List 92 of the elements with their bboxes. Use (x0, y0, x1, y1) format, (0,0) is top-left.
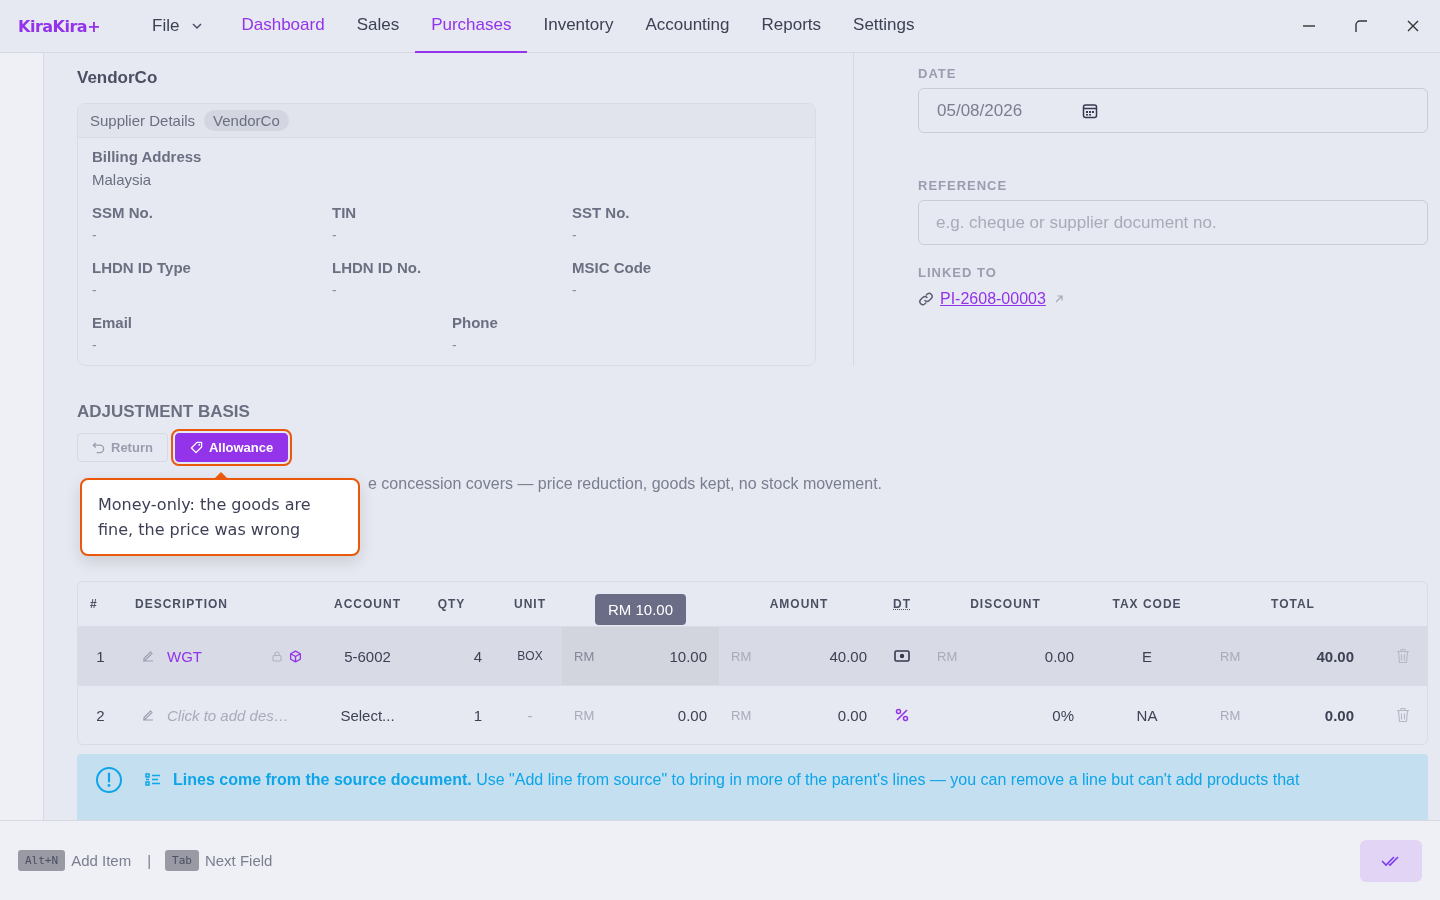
info-icon (95, 766, 123, 794)
account-cell[interactable]: 5-6002 (344, 647, 391, 665)
column-header: TOTAL (1271, 597, 1315, 611)
account-cell[interactable]: Select... (340, 706, 395, 724)
discount-cell[interactable]: 0% (1052, 706, 1074, 724)
field-value: - (452, 337, 458, 353)
nav-tab[interactable]: Purchases (415, 0, 528, 53)
shortcut-label: Next Field (204, 852, 273, 869)
nav-tab[interactable]: Settings (837, 0, 931, 53)
field-value: - (92, 282, 98, 298)
field-value: - (572, 282, 578, 298)
cube-icon (289, 649, 302, 663)
field-label: LHDN ID Type (92, 259, 192, 276)
field-value: - (92, 337, 98, 353)
chevron-down-icon[interactable] (191, 20, 204, 32)
close-icon[interactable] (1406, 19, 1420, 33)
amount-cell: 40.00 (829, 647, 867, 665)
column-header: QTY (437, 597, 466, 611)
total-cell-text: 0.00 (1324, 706, 1355, 724)
field-label: Billing Address (92, 148, 203, 165)
column-header: TAX CODE (1112, 597, 1182, 611)
column-header: DT (893, 597, 911, 611)
column-header: AMOUNT (769, 597, 829, 611)
row-number: 2 (96, 706, 105, 724)
price-cell[interactable]: 10.00 (669, 647, 707, 665)
restore-icon[interactable] (1354, 19, 1368, 33)
unit-cell: BOX (517, 649, 543, 663)
nav-tab[interactable]: Reports (745, 0, 838, 53)
lock-icon (271, 649, 283, 662)
app-logo: KiraKira+ (18, 16, 101, 36)
item-description[interactable]: WGT (167, 647, 202, 665)
field-label: SSM No. (92, 204, 154, 221)
field-value: - (332, 227, 338, 243)
reference-label: REFERENCE (918, 178, 1009, 193)
discount-cell[interactable]: 0.00 (1044, 647, 1074, 665)
currency-label: RM (574, 648, 595, 664)
field-label: Email (92, 314, 134, 331)
column-header: DESCRIPTION (135, 597, 228, 611)
qty-cell: 4 (473, 647, 482, 665)
nav-tab[interactable]: Accounting (629, 0, 746, 53)
field-label: Phone (452, 314, 499, 331)
field-label: LHDN ID No. (332, 259, 423, 276)
field-value: - (572, 227, 578, 243)
currency-label: RM (1220, 707, 1241, 723)
supplier-name: VendorCo (77, 68, 159, 88)
currency-label: RM (731, 707, 752, 723)
field-value: - (92, 227, 98, 243)
date-label: DATE (918, 66, 958, 81)
tax-code-cell[interactable]: NA (1136, 706, 1158, 724)
field-value: Malaysia (92, 171, 153, 188)
column-header: UNIT (514, 597, 546, 611)
description-text: e concession covers — price reduction, goods kept, no stock movement. (368, 475, 883, 493)
key-badge: Alt+N (18, 850, 66, 871)
total-cell-text: 40.00 (1316, 647, 1355, 665)
calendar-icon[interactable] (1082, 102, 1099, 119)
currency-label: RM (574, 707, 595, 723)
confirm-button[interactable] (1360, 839, 1422, 882)
percent-icon[interactable] (895, 708, 909, 722)
notice-text: Lines come from the source document. Use "Add line from source" to bring in more of the parent's lines — you can remove a line but can't add products that (173, 771, 1300, 789)
field-label: TIN (332, 204, 358, 221)
column-header: ACCOUNT (334, 597, 401, 611)
column-header: # (90, 597, 98, 611)
price-cell[interactable]: 0.00 (677, 706, 707, 724)
file-menu[interactable]: File (152, 16, 204, 36)
list-icon (145, 773, 161, 787)
key-badge: Tab (165, 850, 199, 871)
shortcut-label: Add Item (71, 852, 132, 869)
qty-cell: 1 (473, 706, 482, 724)
double-check-icon[interactable] (1381, 853, 1401, 868)
field-label: SST No. (572, 204, 631, 221)
separator-text: | (147, 852, 152, 869)
nav-tab[interactable]: Inventory (527, 0, 630, 53)
linked-label: LINKED TO (918, 265, 998, 280)
tag-icon[interactable] (189, 441, 203, 454)
linked-document-link[interactable]: PI-2608-00003 (940, 290, 1046, 308)
reference-field[interactable]: e.g. cheque or supplier document no. (918, 200, 1428, 245)
section-title: ADJUSTMENT BASIS (77, 402, 251, 422)
unit-cell: - (527, 706, 533, 724)
tax-code-cell[interactable]: E (1142, 647, 1152, 665)
tooltip-text: Money-only: the goods are fine, the price was wrong (98, 494, 312, 541)
price-tooltip: RM 10.00 (594, 593, 686, 625)
link-icon (918, 291, 934, 307)
field-value: - (332, 282, 338, 298)
supplier-badge: VendorCo (204, 110, 289, 131)
cash-icon[interactable] (894, 650, 910, 662)
column-header: DISCOUNT (970, 597, 1041, 611)
card-title: Supplier Details (90, 112, 196, 129)
nav-tab[interactable]: Sales (340, 0, 416, 53)
nav-tab[interactable]: Dashboard (225, 0, 341, 53)
amount-cell: 0.00 (837, 706, 867, 724)
row-number: 1 (96, 647, 105, 665)
field-label: MSIC Code (572, 259, 653, 276)
